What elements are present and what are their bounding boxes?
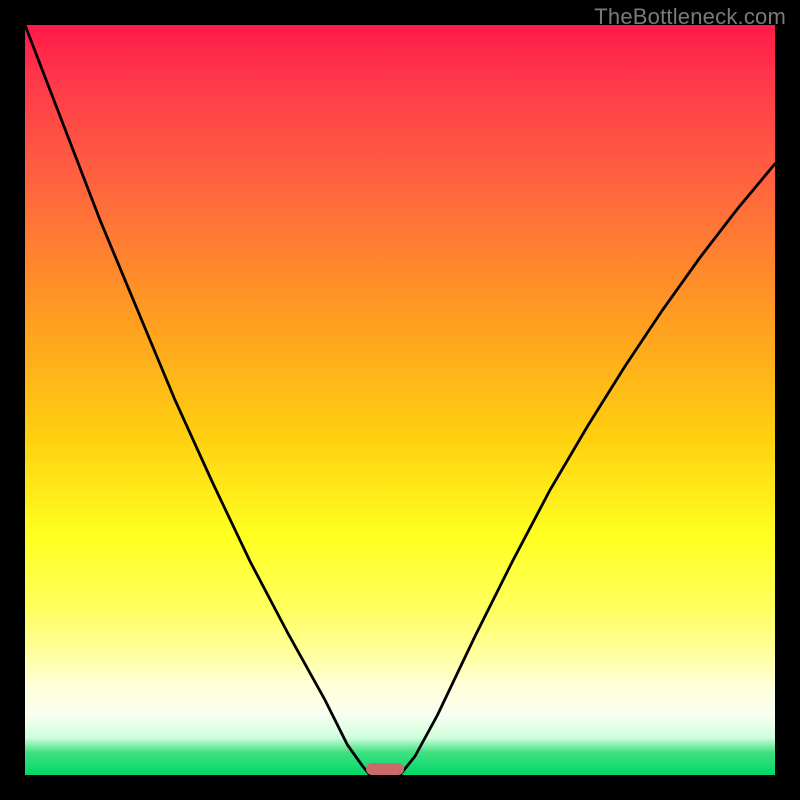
curve-left-branch	[25, 25, 370, 775]
curve-right-branch	[400, 164, 775, 775]
plot-area	[25, 25, 775, 775]
bottleneck-marker	[366, 763, 404, 775]
curve-svg	[25, 25, 775, 775]
chart-frame: TheBottleneck.com	[0, 0, 800, 800]
